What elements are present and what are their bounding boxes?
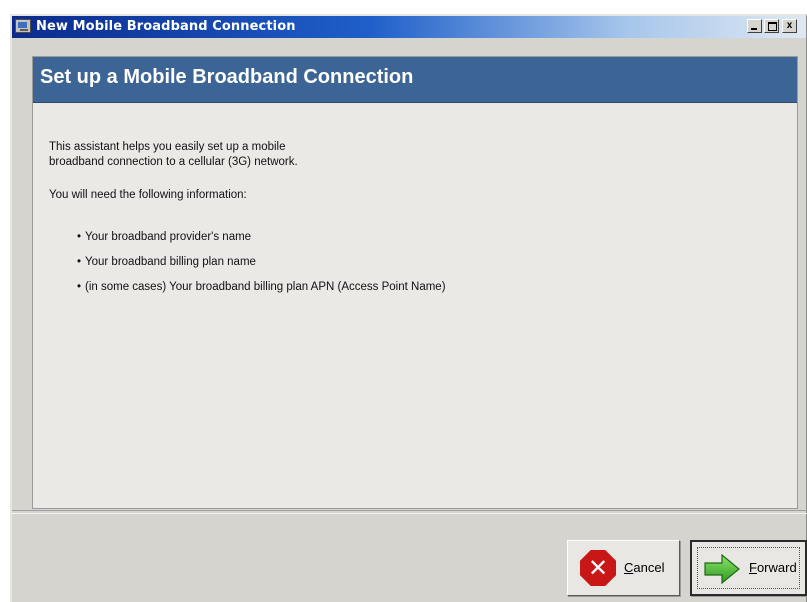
window-title: New Mobile Broadband Connection — [36, 19, 296, 34]
title-bar[interactable]: New Mobile Broadband Connection x — [12, 16, 806, 38]
list-item: • Your broadband billing plan name — [77, 256, 256, 268]
intro-line-1: This assistant helps you easily set up a… — [49, 141, 286, 153]
button-area-divider — [12, 510, 807, 514]
stop-x-icon: ✕ — [580, 550, 616, 586]
assistant-window: New Mobile Broadband Connection x Set up… — [10, 14, 807, 602]
bullet-icon: • — [77, 281, 82, 293]
bullet-icon: • — [77, 256, 82, 268]
cancel-label: Cancel — [624, 560, 665, 575]
list-item: • (in some cases) Your broadband billing … — [77, 281, 446, 293]
network-app-icon — [15, 19, 31, 33]
page-header: Set up a Mobile Broadband Connection — [33, 57, 797, 103]
maximize-icon[interactable] — [764, 19, 779, 33]
requirements-list: • Your broadband provider's name • Your br… — [77, 231, 446, 306]
bullet-icon: • — [77, 231, 82, 243]
minimize-icon[interactable] — [747, 19, 762, 33]
forward-label: Forward — [749, 560, 797, 575]
cancel-button[interactable]: ✕ Cancel — [567, 540, 680, 596]
requirements-heading: You will need the following information: — [49, 189, 247, 201]
close-icon[interactable]: x — [782, 19, 797, 33]
green-arrow-icon — [704, 553, 740, 585]
forward-button[interactable]: Forward — [690, 540, 807, 596]
assistant-page: Set up a Mobile Broadband Connection Thi… — [32, 56, 798, 509]
page-title: Set up a Mobile Broadband Connection — [40, 66, 414, 88]
list-item: • Your broadband provider's name — [77, 231, 252, 243]
intro-text: This assistant helps you easily set up a… — [49, 140, 469, 170]
intro-line-2: broadband connection to a cellular (3G) … — [49, 156, 298, 168]
